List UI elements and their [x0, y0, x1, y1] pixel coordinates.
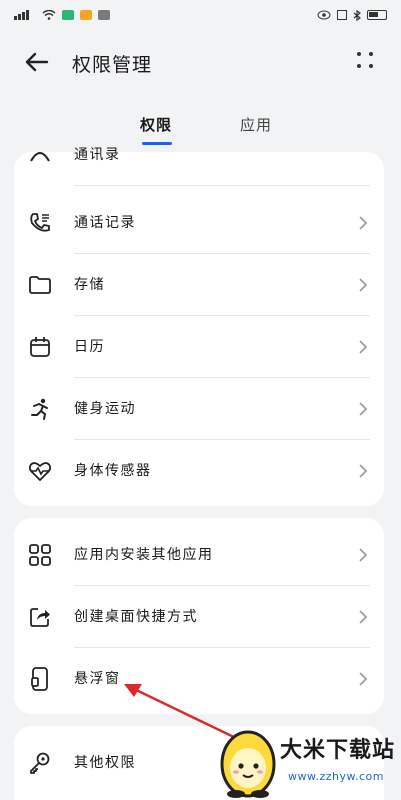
chevron-right-icon: [359, 402, 368, 416]
list-item-install-apps[interactable]: 应用内安装其他应用: [14, 524, 384, 586]
shortcut-icon: [30, 608, 50, 627]
page-title: 权限管理: [72, 54, 153, 76]
chevron-right-icon: [359, 464, 368, 478]
signal-icon: [14, 10, 29, 20]
egg-mascot-logo: [220, 730, 276, 798]
app-icon: [62, 10, 74, 20]
list-item-contacts[interactable]: 通讯录: [14, 124, 384, 186]
calendar-icon: [30, 337, 50, 357]
wifi-icon: [42, 10, 56, 20]
call-log-icon: [30, 213, 50, 232]
back-arrow-icon[interactable]: [22, 48, 52, 76]
chevron-right-icon: [359, 548, 368, 562]
permission-group-1: 通讯录 通话记录 存储 日历 健身运动 身体传感器: [14, 147, 384, 506]
running-icon: [31, 398, 48, 420]
status-bar: [0, 0, 401, 30]
watermark-url: www.zzhyw.com: [288, 770, 384, 783]
app-icon: [98, 10, 110, 20]
battery-icon: [367, 10, 387, 20]
heart-rate-icon: [28, 462, 52, 482]
chevron-right-icon: [359, 672, 368, 686]
chevron-right-icon: [359, 216, 368, 230]
more-options-icon[interactable]: [357, 52, 375, 70]
chevron-right-icon: [359, 278, 368, 292]
list-item-desktop-shortcut[interactable]: 创建桌面快捷方式: [14, 586, 384, 648]
header: 权限管理: [0, 38, 401, 86]
app-icon: [80, 10, 92, 20]
folder-icon: [29, 276, 51, 294]
list-item-calendar[interactable]: 日历: [14, 316, 384, 378]
eye-icon: [317, 10, 331, 20]
list-item-floating-window[interactable]: 悬浮窗: [14, 648, 384, 710]
floating-window-icon: [31, 667, 48, 691]
chevron-right-icon: [359, 340, 368, 354]
watermark-title: 大米下载站: [280, 738, 396, 763]
list-item-call-log[interactable]: 通话记录: [14, 192, 384, 254]
apps-icon: [29, 544, 51, 566]
list-item-storage[interactable]: 存储: [14, 254, 384, 316]
watermark: 大米下载站 www.zzhyw.com: [214, 720, 401, 800]
key-icon: [30, 752, 50, 774]
permission-group-2: 应用内安装其他应用 创建桌面快捷方式 悬浮窗: [14, 518, 384, 714]
list-item-fitness[interactable]: 健身运动: [14, 378, 384, 440]
contacts-icon: [30, 152, 50, 162]
nfc-icon: [337, 10, 347, 20]
list-item-body-sensors[interactable]: 身体传感器: [14, 440, 384, 502]
chevron-right-icon: [359, 610, 368, 624]
bluetooth-icon: [353, 9, 361, 21]
